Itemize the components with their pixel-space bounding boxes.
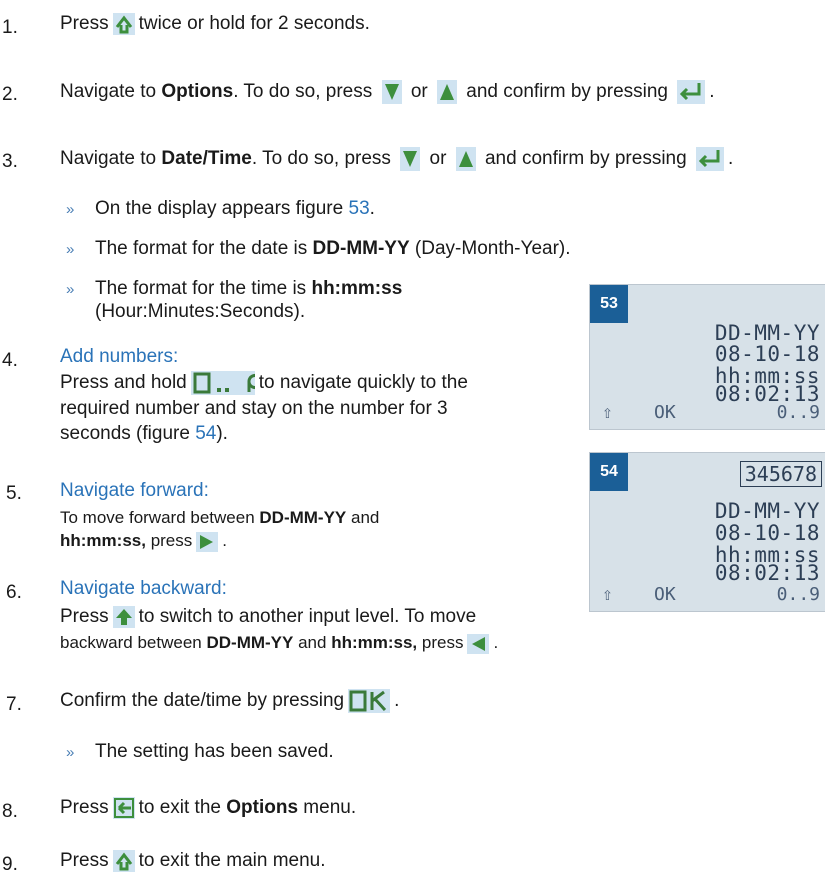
step-5-line1: To move forward between DD-MM-YY and: [60, 508, 380, 527]
lcd-range-label: 0..9: [776, 402, 820, 423]
lcd-date-format: DD-MM-YY: [714, 499, 820, 523]
figure-53-display: 53 DD-MM-YY 08-10-18 hh:mm:ss 08:02:13 ⇧…: [589, 284, 825, 430]
step-4-heading: Add numbers:: [60, 346, 179, 367]
step-number: 1.: [2, 17, 18, 38]
lcd-time-value: 08:02:13: [714, 561, 820, 585]
step-6-line1: Press to switch to another input level. T…: [60, 606, 477, 628]
bullet-text-cont: (Hour:Minutes:Seconds).: [95, 301, 306, 322]
step-4-line3: seconds (figure 54).: [60, 423, 228, 444]
step-number: 9.: [2, 854, 18, 875]
figure-54-display: 54 345678 DD-MM-YY 08-10-18 hh:mm:ss 08:…: [589, 452, 825, 612]
ok-key-icon: [348, 689, 391, 713]
bullet-text: On the display appears figure 53.: [95, 198, 375, 219]
lcd-ok-label: OK: [654, 402, 676, 423]
step-7-text: Confirm the date/time by pressing.: [60, 689, 400, 713]
down-key-icon: [381, 80, 402, 104]
step-6-line2: backward between DD-MM-YY and hh:mm:ss, …: [60, 633, 499, 654]
shift-key-icon: [112, 606, 135, 628]
lcd-date-value: 08-10-18: [714, 521, 820, 545]
step-number: 6.: [6, 582, 22, 603]
down-key-icon: [400, 147, 421, 171]
step-3-text: Navigate to Date/Time. To do so, press o…: [60, 147, 734, 171]
step-5-heading: Navigate forward:: [60, 480, 209, 501]
figure-53-tag: 53: [590, 285, 628, 323]
exit-key-icon: [112, 797, 135, 819]
figure-link-53[interactable]: 53: [349, 198, 370, 219]
step-6-heading: Navigate backward:: [60, 578, 227, 599]
step-number: 3.: [2, 151, 18, 172]
enter-key-icon: [677, 80, 706, 104]
figure-54-tag: 54: [590, 453, 628, 491]
number-key-icon: [190, 371, 263, 395]
bullet-marker: »: [66, 241, 75, 258]
bullet-marker: »: [66, 201, 75, 218]
step-5-line2: hh:mm:ss, press.: [60, 531, 227, 552]
step-number: 8.: [2, 801, 18, 822]
step-number: 2.: [2, 84, 18, 105]
bullet-text: The format for the time is hh:mm:ss: [95, 278, 403, 299]
shift-icon: ⇧: [602, 584, 613, 605]
lcd-date-value: 08-10-18: [714, 342, 820, 366]
backward-key-icon: [467, 633, 490, 654]
step-2-text: Navigate to Options. To do so, press or …: [60, 80, 715, 104]
bullet-marker: »: [66, 281, 75, 298]
step-number: 7.: [6, 694, 22, 715]
step-8-text: Press to exit the Options menu.: [60, 797, 357, 819]
forward-key-icon: [196, 531, 219, 552]
step-4-line1: Press and hold to navigate quickly to the: [60, 371, 468, 395]
main-menu-key-icon: [112, 850, 135, 872]
lcd-range-label: 0..9: [776, 584, 820, 605]
step-9-text: Press to exit the main menu.: [60, 850, 326, 872]
figure-link-54[interactable]: 54: [195, 423, 216, 444]
step-number: 4.: [2, 350, 18, 371]
main-menu-key-icon: [112, 13, 135, 35]
shift-icon: ⇧: [602, 402, 613, 423]
bullet-marker: »: [66, 744, 75, 761]
step-1-text: Press twice or hold for 2 seconds.: [60, 13, 370, 35]
lcd-number-selector: 345678: [739, 461, 822, 487]
up-key-icon: [455, 147, 476, 171]
step-number: 5.: [6, 483, 22, 504]
bullet-text: The format for the date is DD-MM-YY (Day…: [95, 238, 571, 259]
step-4-line2: required number and stay on the number f…: [60, 398, 448, 419]
up-key-icon: [437, 80, 457, 104]
lcd-ok-label: OK: [654, 584, 676, 605]
bullet-text: The setting has been saved.: [95, 741, 334, 762]
enter-key-icon: [695, 147, 724, 171]
